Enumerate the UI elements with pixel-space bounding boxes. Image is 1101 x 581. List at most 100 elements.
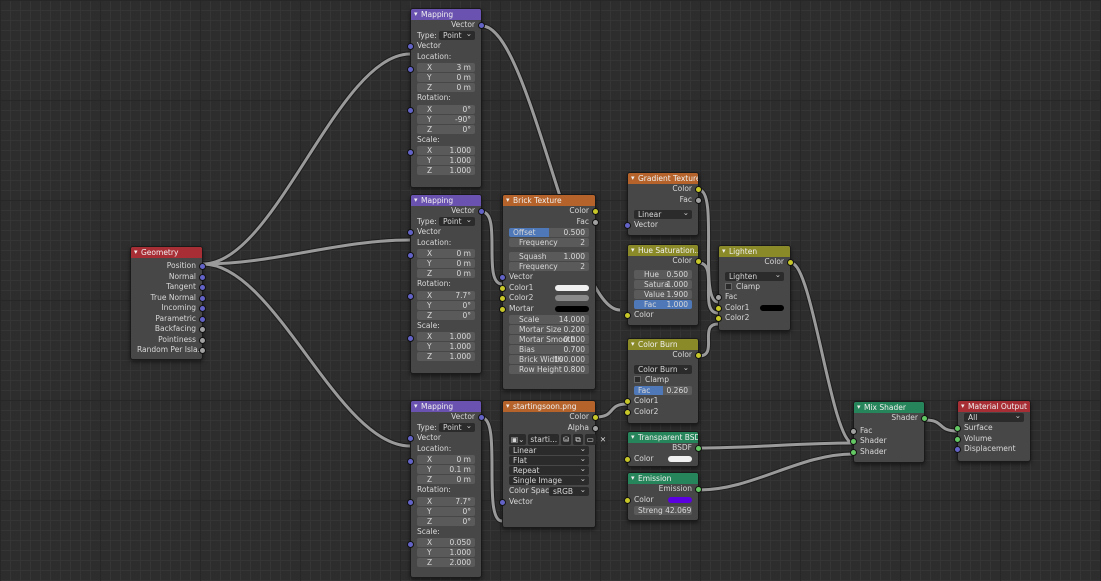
node-header[interactable]: Emission (628, 473, 698, 484)
brick-param-field[interactable]: Row Height 0.800 (509, 365, 589, 374)
frequency-field[interactable]: Frequency 2 (509, 238, 589, 247)
gradient-texture-node[interactable]: Gradient Texture Color Fac Linear Vector (624, 172, 702, 236)
socket[interactable] (695, 352, 702, 359)
duplicate-icon[interactable]: ⧉ (573, 434, 583, 445)
socket[interactable] (407, 65, 414, 73)
socket[interactable] (407, 435, 414, 442)
hue-param-field[interactable]: Fac 1.000 (634, 299, 692, 309)
color-burn-node[interactable]: Color Burn Color Color Burn Clamp Fac0.2… (624, 338, 702, 424)
socket[interactable] (199, 273, 206, 281)
socket[interactable] (850, 448, 857, 456)
socket[interactable] (199, 263, 206, 270)
location-y-field[interactable]: Y0 m (417, 73, 475, 82)
offset-field[interactable]: Offset 0.500 (509, 228, 589, 237)
brick-param-field[interactable]: Mortar Smooth 0.000 (509, 335, 589, 344)
color-swatch[interactable] (760, 304, 784, 311)
socket[interactable] (850, 427, 857, 435)
socket[interactable] (199, 347, 206, 354)
node-link[interactable] (202, 262, 411, 448)
extension-dropdown[interactable]: Repeat (509, 466, 589, 475)
socket[interactable] (199, 294, 206, 302)
node-header[interactable]: Material Output (958, 401, 1030, 412)
socket[interactable] (624, 408, 631, 416)
node-link[interactable] (698, 322, 719, 358)
socket[interactable] (695, 186, 702, 193)
hue-saturation-node[interactable]: Hue Saturation... Color Hue0.500Satura1.… (624, 244, 702, 326)
hue-param-field[interactable]: Satura 1.000 (634, 279, 692, 289)
type-dropdown[interactable]: Point (439, 423, 475, 433)
node-header[interactable]: startingsoon.png (503, 401, 595, 412)
socket[interactable] (954, 435, 961, 443)
source-dropdown[interactable]: Single Image (509, 476, 589, 485)
rotation-z-field[interactable]: Z 0° (417, 310, 475, 320)
socket[interactable] (499, 295, 506, 302)
socket[interactable] (407, 457, 414, 465)
brick-param-field[interactable]: Brick Width 100.000 (509, 355, 589, 364)
fac-field[interactable]: Fac 0.260 (634, 386, 692, 395)
rotation-y-field[interactable]: Y -90° (417, 114, 475, 124)
socket[interactable] (695, 486, 702, 493)
socket[interactable] (787, 259, 794, 266)
scale-z-field[interactable]: Z 1.000 (417, 166, 475, 175)
color-swatch[interactable] (668, 496, 692, 503)
node-header[interactable]: Transparent BSDF (628, 432, 698, 443)
node-header[interactable]: Color Burn (628, 339, 698, 350)
socket[interactable] (695, 196, 702, 204)
color-space-dropdown[interactable]: sRGB (549, 486, 589, 496)
location-x-field[interactable]: X0 m (417, 455, 475, 464)
squash-field[interactable]: Squash 1.000 (509, 252, 589, 261)
location-y-field[interactable]: Y 0.1 m (417, 465, 475, 474)
socket[interactable] (407, 229, 414, 236)
gradient-type-dropdown[interactable]: Linear (634, 210, 692, 219)
socket[interactable] (478, 208, 485, 215)
blend-mode-dropdown[interactable]: Color Burn (634, 364, 692, 374)
location-y-field[interactable]: Y0 m (417, 259, 475, 268)
socket[interactable] (850, 438, 857, 445)
folder-icon[interactable]: ▭ (584, 434, 596, 445)
socket[interactable] (592, 218, 599, 226)
socket[interactable] (592, 414, 599, 421)
node-link[interactable] (698, 452, 854, 492)
node-link[interactable] (790, 261, 854, 445)
scale-x-field[interactable]: X 1.000 (417, 146, 475, 155)
close-icon[interactable]: ✕ (597, 434, 609, 445)
checkbox[interactable] (725, 283, 732, 290)
rotation-z-field[interactable]: Z 0° (417, 516, 475, 526)
rotation-x-field[interactable]: X 7.7° (417, 496, 475, 506)
socket[interactable] (478, 22, 485, 29)
scale-y-field[interactable]: Y 1.000 (417, 342, 475, 351)
socket[interactable] (407, 107, 414, 114)
location-x-field[interactable]: X0 m (417, 249, 475, 258)
rotation-y-field[interactable]: Y 0° (417, 300, 475, 310)
node-header[interactable]: Mapping (411, 401, 481, 412)
scale-z-field[interactable]: Z 2.000 (417, 558, 475, 567)
socket[interactable] (407, 148, 414, 156)
clamp-checkbox[interactable]: Clamp (628, 375, 698, 386)
browse-icon[interactable]: ⛁ (561, 434, 572, 445)
location-z-field[interactable]: Z0 m (417, 269, 475, 278)
node-link[interactable] (202, 52, 411, 266)
socket[interactable] (499, 498, 506, 506)
socket[interactable] (407, 293, 414, 300)
material-output-node[interactable]: Material Output All Surface Volume Displ… (954, 400, 1031, 462)
node-header[interactable]: Gradient Texture (628, 173, 698, 184)
socket[interactable] (624, 455, 631, 463)
blend-mode-dropdown[interactable]: Lighten (725, 271, 784, 281)
socket[interactable] (499, 274, 506, 281)
socket[interactable] (407, 43, 414, 50)
location-z-field[interactable]: Z0 m (417, 475, 475, 484)
socket[interactable] (695, 445, 702, 452)
brick-param-field[interactable]: Mortar Size 0.200 (509, 325, 589, 334)
socket[interactable] (199, 284, 206, 291)
image-texture-node[interactable]: startingsoon.png Color Alpha ▣⌄starti...… (499, 400, 609, 528)
strength-field[interactable]: Streng 42.069 (634, 506, 692, 515)
scale-y-field[interactable]: Y 1.000 (417, 548, 475, 557)
checkbox[interactable] (634, 376, 641, 383)
emission-node[interactable]: Emission Emission Color Streng 42.069 (624, 472, 702, 521)
color-swatch[interactable] (555, 284, 589, 291)
color-swatch[interactable] (555, 295, 589, 301)
socket[interactable] (407, 540, 414, 548)
mapping-node-1[interactable]: Mapping Vector Type:Point VectorLocation… (407, 8, 485, 188)
socket[interactable] (407, 499, 414, 506)
socket[interactable] (954, 446, 961, 453)
